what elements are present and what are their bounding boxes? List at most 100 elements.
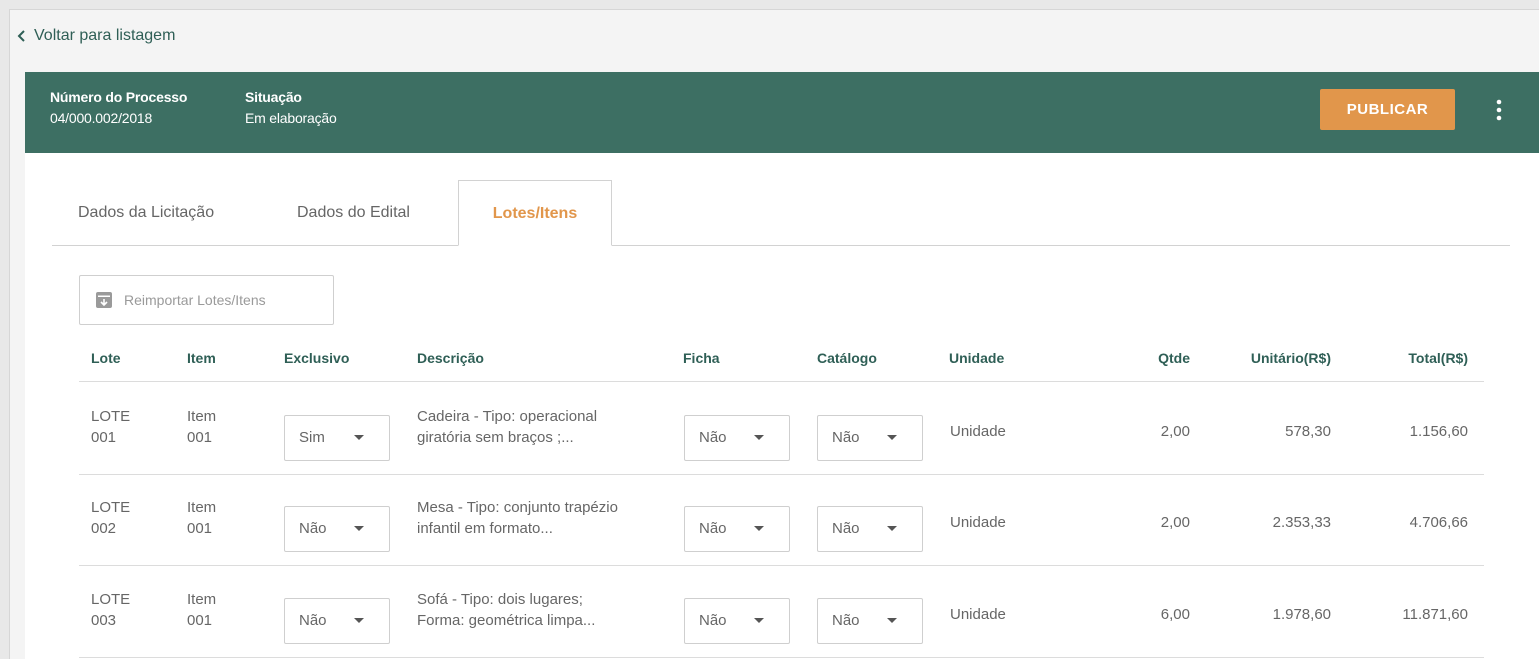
caret-down-icon bbox=[354, 435, 364, 440]
tabs-divider bbox=[52, 245, 1510, 246]
lote-number: 003 bbox=[91, 612, 117, 629]
lote-label: LOTE bbox=[91, 408, 131, 425]
item-cell: Item 001 bbox=[187, 406, 216, 448]
ficha-value: Não bbox=[699, 612, 727, 629]
col-header-descricao: Descrição bbox=[417, 350, 484, 366]
col-header-unitario: Unitário(R$) bbox=[1250, 350, 1331, 366]
main-content: Dados da Licitação Dados do Edital Lotes… bbox=[25, 153, 1539, 659]
item-cell: Item 001 bbox=[187, 497, 216, 539]
status-field: Situação Em elaboração bbox=[245, 89, 337, 126]
status-value: Em elaboração bbox=[245, 110, 337, 126]
tab-lotes-itens[interactable]: Lotes/Itens bbox=[458, 180, 612, 246]
unidade-cell: Unidade bbox=[950, 606, 1006, 623]
descricao-cell: Mesa - Tipo: conjunto trapézio infantil … bbox=[417, 497, 618, 539]
total-cell: 4.706,66 bbox=[1409, 514, 1468, 531]
total-cell: 1.156,60 bbox=[1409, 423, 1468, 440]
unidade-cell: Unidade bbox=[950, 423, 1006, 440]
lote-cell: LOTE 003 bbox=[91, 589, 130, 631]
exclusivo-value: Não bbox=[299, 520, 327, 537]
more-options-button[interactable] bbox=[1487, 97, 1511, 123]
unitario-cell: 2.353,33 bbox=[1272, 514, 1331, 531]
caret-down-icon bbox=[754, 618, 764, 623]
process-number-field: Número do Processo 04/000.002/2018 bbox=[50, 89, 187, 126]
row-divider bbox=[79, 657, 1484, 658]
col-header-item: Item bbox=[187, 350, 216, 366]
catalogo-select[interactable]: Não bbox=[817, 506, 923, 552]
unidade-cell: Unidade bbox=[950, 514, 1006, 531]
col-header-catalogo: Catálogo bbox=[817, 350, 877, 366]
catalogo-value: Não bbox=[832, 429, 860, 446]
unitario-cell: 578,30 bbox=[1285, 423, 1331, 440]
catalogo-select[interactable]: Não bbox=[817, 415, 923, 461]
lote-number: 001 bbox=[91, 429, 117, 446]
item-label: Item bbox=[187, 499, 217, 516]
qtde-cell: 2,00 bbox=[1160, 423, 1190, 440]
caret-down-icon bbox=[887, 618, 897, 623]
col-header-exclusivo: Exclusivo bbox=[284, 350, 350, 366]
archive-icon bbox=[96, 292, 112, 308]
caret-down-icon bbox=[754, 435, 764, 440]
more-vert-icon bbox=[1496, 99, 1502, 121]
process-number-value: 04/000.002/2018 bbox=[50, 110, 153, 126]
lote-number: 002 bbox=[91, 520, 117, 537]
col-header-unidade: Unidade bbox=[949, 350, 1005, 366]
qtde-cell: 2,00 bbox=[1160, 514, 1190, 531]
item-cell: Item 001 bbox=[187, 589, 216, 631]
ficha-select[interactable]: Não bbox=[684, 598, 790, 644]
lote-cell: LOTE 001 bbox=[91, 406, 130, 448]
caret-down-icon bbox=[887, 435, 897, 440]
reimport-button[interactable]: Reimportar Lotes/Itens bbox=[79, 275, 334, 325]
col-header-qtde: Qtde bbox=[1158, 350, 1190, 366]
caret-down-icon bbox=[354, 526, 364, 531]
tab-dados-edital[interactable]: Dados do Edital bbox=[297, 180, 410, 221]
caret-down-icon bbox=[754, 526, 764, 531]
row-divider bbox=[79, 565, 1484, 566]
caret-down-icon bbox=[354, 618, 364, 623]
total-cell: 11.871,60 bbox=[1402, 606, 1468, 623]
item-number: 001 bbox=[187, 429, 213, 446]
item-number: 001 bbox=[187, 612, 213, 629]
process-header: Número do Processo 04/000.002/2018 Situa… bbox=[25, 72, 1539, 153]
exclusivo-select[interactable]: Sim bbox=[284, 415, 390, 461]
process-number-label: Número do Processo bbox=[50, 89, 188, 105]
ficha-select[interactable]: Não bbox=[684, 415, 790, 461]
item-label: Item bbox=[187, 408, 217, 425]
descricao-line: Cadeira - Tipo: operacional bbox=[417, 408, 598, 425]
exclusivo-value: Sim bbox=[299, 429, 325, 446]
exclusivo-select[interactable]: Não bbox=[284, 598, 390, 644]
ficha-value: Não bbox=[699, 520, 727, 537]
tab-dados-licitacao[interactable]: Dados da Licitação bbox=[78, 180, 214, 221]
exclusivo-select[interactable]: Não bbox=[284, 506, 390, 552]
descricao-cell: Sofá - Tipo: dois lugares; Forma: geomét… bbox=[417, 589, 595, 631]
col-header-ficha: Ficha bbox=[683, 350, 720, 366]
qtde-cell: 6,00 bbox=[1160, 606, 1190, 623]
publish-button[interactable]: PUBLICAR bbox=[1320, 89, 1455, 130]
catalogo-select[interactable]: Não bbox=[817, 598, 923, 644]
descricao-line: Mesa - Tipo: conjunto trapézio bbox=[417, 499, 618, 516]
lote-cell: LOTE 002 bbox=[91, 497, 130, 539]
back-link-label: Voltar para listagem bbox=[34, 27, 176, 44]
col-header-lote: Lote bbox=[91, 350, 121, 366]
descricao-line: giratória sem braços ;... bbox=[417, 429, 574, 446]
catalogo-value: Não bbox=[832, 612, 860, 629]
lote-label: LOTE bbox=[91, 499, 131, 516]
exclusivo-value: Não bbox=[299, 612, 327, 629]
descricao-line: Forma: geométrica limpa... bbox=[417, 612, 596, 629]
back-to-list-link[interactable]: Voltar para listagem bbox=[16, 27, 175, 45]
chevron-left-icon bbox=[17, 30, 25, 42]
table-header-divider bbox=[79, 381, 1484, 382]
col-header-total: Total(R$) bbox=[1408, 350, 1468, 366]
item-label: Item bbox=[187, 591, 217, 608]
descricao-cell: Cadeira - Tipo: operacional giratória se… bbox=[417, 406, 597, 448]
reimport-label: Reimportar Lotes/Itens bbox=[124, 292, 266, 308]
ficha-value: Não bbox=[699, 429, 727, 446]
catalogo-value: Não bbox=[832, 520, 860, 537]
status-label: Situação bbox=[245, 89, 302, 105]
row-divider bbox=[79, 474, 1484, 475]
caret-down-icon bbox=[887, 526, 897, 531]
lote-label: LOTE bbox=[91, 591, 131, 608]
descricao-line: Sofá - Tipo: dois lugares; bbox=[417, 591, 583, 608]
ficha-select[interactable]: Não bbox=[684, 506, 790, 552]
descricao-line: infantil em formato... bbox=[417, 520, 553, 537]
unitario-cell: 1.978,60 bbox=[1272, 606, 1331, 623]
